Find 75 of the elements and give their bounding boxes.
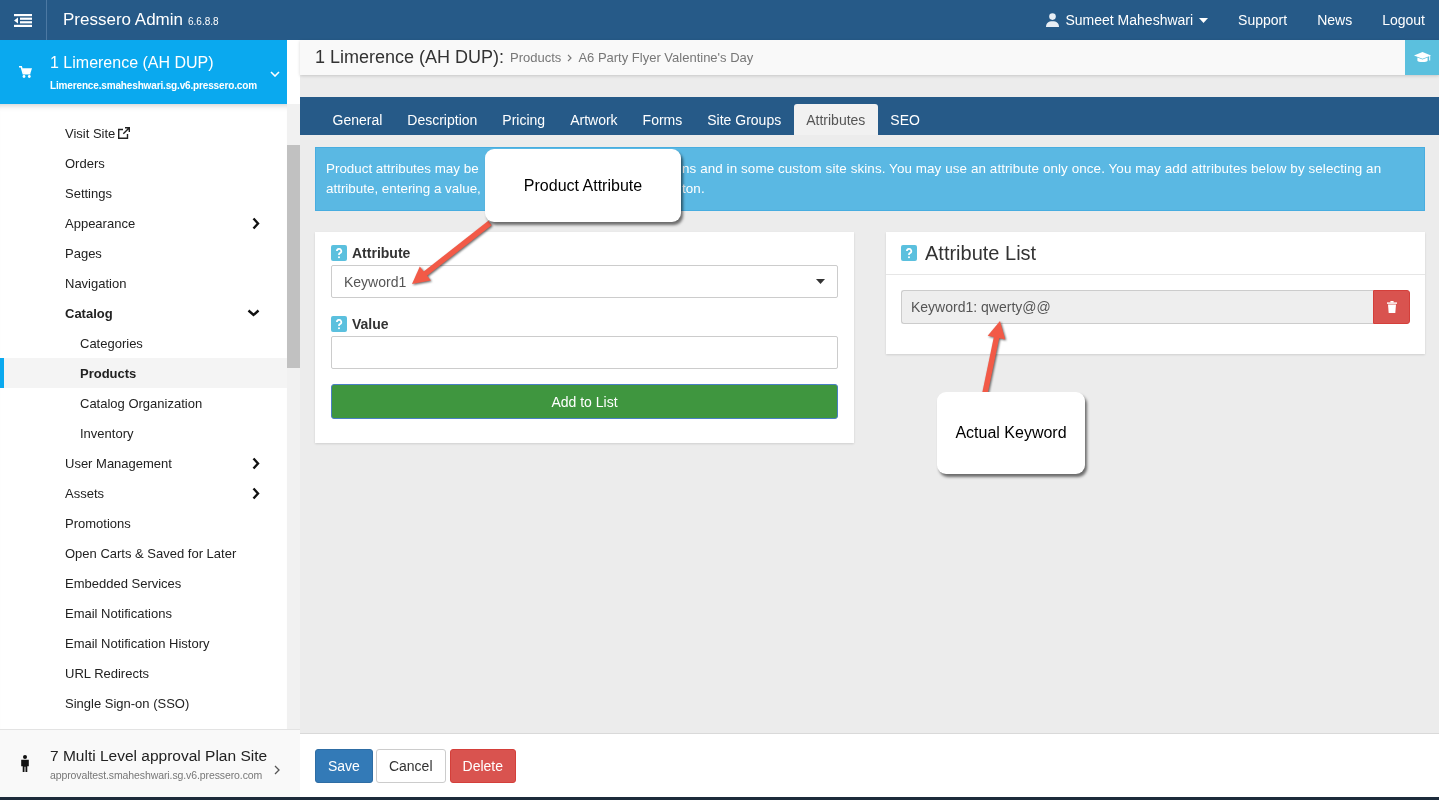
site-url: approvaltest.smaheshwari.sg.v6.pressero.com [50,768,263,782]
trash-icon [1386,301,1397,313]
sidebar-item[interactable]: Email Notification History [0,628,287,658]
tab[interactable]: Attributes [793,104,878,135]
sidebar-item[interactable]: Inventory [0,418,287,448]
save-button[interactable]: Save [315,748,373,783]
banner-text: ns and in some custom site skins. You may use an attribute only once. You may add attributes below by selecting an [682,160,1383,178]
sidebar-item[interactable]: Categories [0,328,287,358]
sidebar-item[interactable]: Promotions [0,508,287,538]
banner-text: ton. [682,180,706,198]
graduation-cap-icon [1413,51,1431,64]
tab[interactable]: Site Groups [694,104,794,135]
help-icon [331,245,347,261]
help-icon [901,245,917,261]
field-label: Attribute [352,245,411,261]
user-icon [1046,13,1060,27]
annotation-callout: Actual Keyword [937,392,1085,474]
nav-link[interactable]: Support [1238,12,1288,28]
page-title: 1 Limerence (AH DUP): [315,47,505,68]
cart-icon [19,66,32,78]
version-label: 6.6.8.8 [188,16,219,27]
sidebar-item[interactable]: Catalog [0,298,287,328]
app-title: Pressero Admin [63,10,183,30]
sidebar-item[interactable]: Single Sign-on (SSO) [0,688,287,718]
cancel-button[interactable]: Cancel [375,748,446,783]
attribute-select[interactable]: Keyword1 [331,265,838,298]
nav-link[interactable]: Logout [1382,12,1425,28]
sidebar-item[interactable]: Visit Site [0,118,287,148]
sidebar-item[interactable]: Embedded Services [0,568,287,598]
menu-icon [14,13,32,27]
person-icon [20,755,30,772]
scrollbar-thumb[interactable] [287,145,300,368]
site-name: 7 Multi Level approval Plan Site [50,745,268,765]
help-icon [331,316,347,332]
site-name: 1 Limerence (AH DUP) [50,52,214,73]
sidebar-item[interactable]: Catalog Organization [0,388,287,418]
tab[interactable]: Description [394,104,490,135]
chevron-right-icon [567,53,573,62]
sidebar-item[interactable]: Pages [0,238,287,268]
card-title: Attribute List [925,241,1037,265]
sidebar-item[interactable]: User Management [0,448,287,478]
delete-button[interactable]: Delete [449,748,516,783]
user-menu[interactable]: Sumeet Maheshwari [1046,12,1209,28]
attribute-entry: Keyword1: qwerty@@ [901,290,1373,324]
value-input[interactable] [331,336,838,369]
sidebar-item[interactable]: Open Carts & Saved for Later [0,538,287,568]
banner-text: Product attributes may be [326,160,480,178]
help-button[interactable] [1405,40,1439,75]
annotation-callout: Product Attribute [485,149,681,222]
tab[interactable]: Forms [630,104,695,135]
sidebar-item[interactable]: Appearance [0,208,287,238]
chevron-right-icon [274,764,280,775]
sidebar-item[interactable]: URL Redirects [0,658,287,688]
nav-link[interactable]: News [1317,12,1353,28]
sidebar-item[interactable]: Settings [0,178,287,208]
add-to-list-button[interactable]: Add to List [331,384,838,419]
sidebar-item[interactable]: Navigation [0,268,287,298]
tab[interactable]: SEO [877,104,933,135]
site-url: Limerence.smaheshwari.sg.v6.pressero.com [50,78,257,92]
tab[interactable]: Pricing [489,104,558,135]
sidebar-item[interactable]: Email Notifications [0,598,287,628]
external-link-icon [118,127,131,139]
sidebar-item[interactable]: Products [0,358,287,388]
banner-text: attribute, entering a value, [326,180,482,198]
sidebar-item[interactable]: Assets [0,478,287,508]
breadcrumb-current: A6 Party Flyer Valentine's Day [578,50,754,65]
tab[interactable]: General [320,104,395,135]
caret-down-icon [816,279,825,284]
delete-button[interactable] [1373,290,1410,324]
caret-down-icon [1199,17,1209,23]
tab[interactable]: Artwork [557,104,631,135]
field-label: Value [352,316,389,332]
site-switcher[interactable]: 7 Multi Level approval Plan Site approvaltest.smaheshwari.sg.v6.pressero.com [0,729,300,797]
sidebar-item[interactable]: Orders [0,148,287,178]
breadcrumb-link[interactable]: Products [510,50,562,65]
